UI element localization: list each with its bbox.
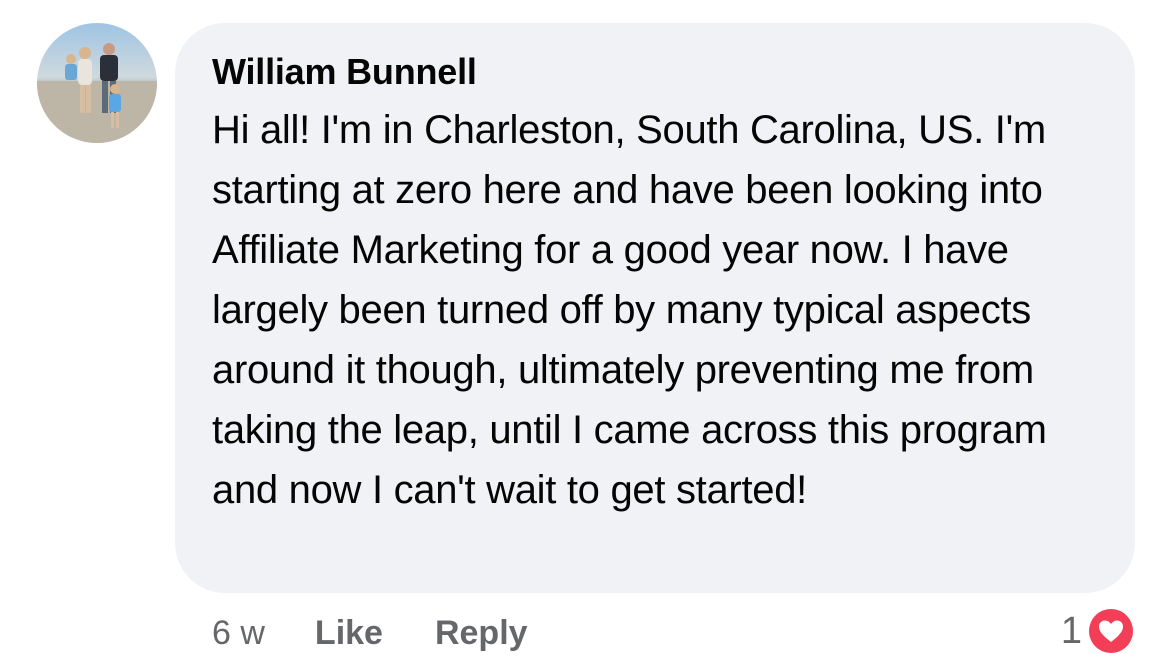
reaction-summary[interactable]: 1 xyxy=(1061,604,1136,658)
comment-actions: 6 w Like Reply xyxy=(212,610,580,656)
comment-timestamp[interactable]: 6 w xyxy=(212,614,265,653)
comment-author[interactable]: William Bunnell xyxy=(212,50,1095,94)
avatar[interactable] xyxy=(37,23,157,143)
reaction-count: 1 xyxy=(1060,609,1082,652)
profile-photo xyxy=(37,23,157,143)
love-reaction-icon xyxy=(1086,606,1136,656)
comment-bubble: William Bunnell Hi all! I'm in Charlesto… xyxy=(175,23,1135,593)
reply-button[interactable]: Reply xyxy=(435,614,528,653)
comment-text: Hi all! I'm in Charleston, South Carolin… xyxy=(212,108,1047,512)
like-button[interactable]: Like xyxy=(315,614,383,653)
